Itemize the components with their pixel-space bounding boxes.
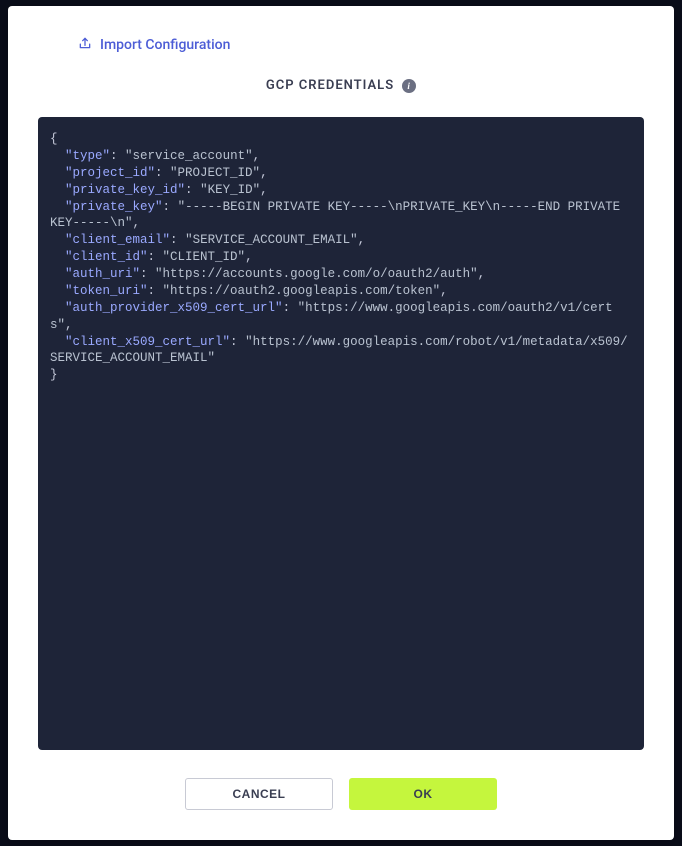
- import-configuration-link[interactable]: Import Configuration: [78, 36, 644, 54]
- info-icon[interactable]: i: [402, 79, 416, 93]
- credentials-json-editor[interactable]: { "type": "service_account", "project_id…: [38, 117, 644, 750]
- gcp-credentials-modal: Import Configuration GCP CREDENTIALS i {…: [8, 6, 674, 840]
- import-icon: [78, 36, 92, 54]
- import-configuration-label: Import Configuration: [100, 37, 230, 53]
- modal-actions: CANCEL OK: [38, 778, 644, 810]
- section-title-row: GCP CREDENTIALS i: [38, 78, 644, 93]
- section-title: GCP CREDENTIALS: [266, 78, 394, 93]
- cancel-button[interactable]: CANCEL: [185, 778, 333, 810]
- ok-button[interactable]: OK: [349, 778, 497, 810]
